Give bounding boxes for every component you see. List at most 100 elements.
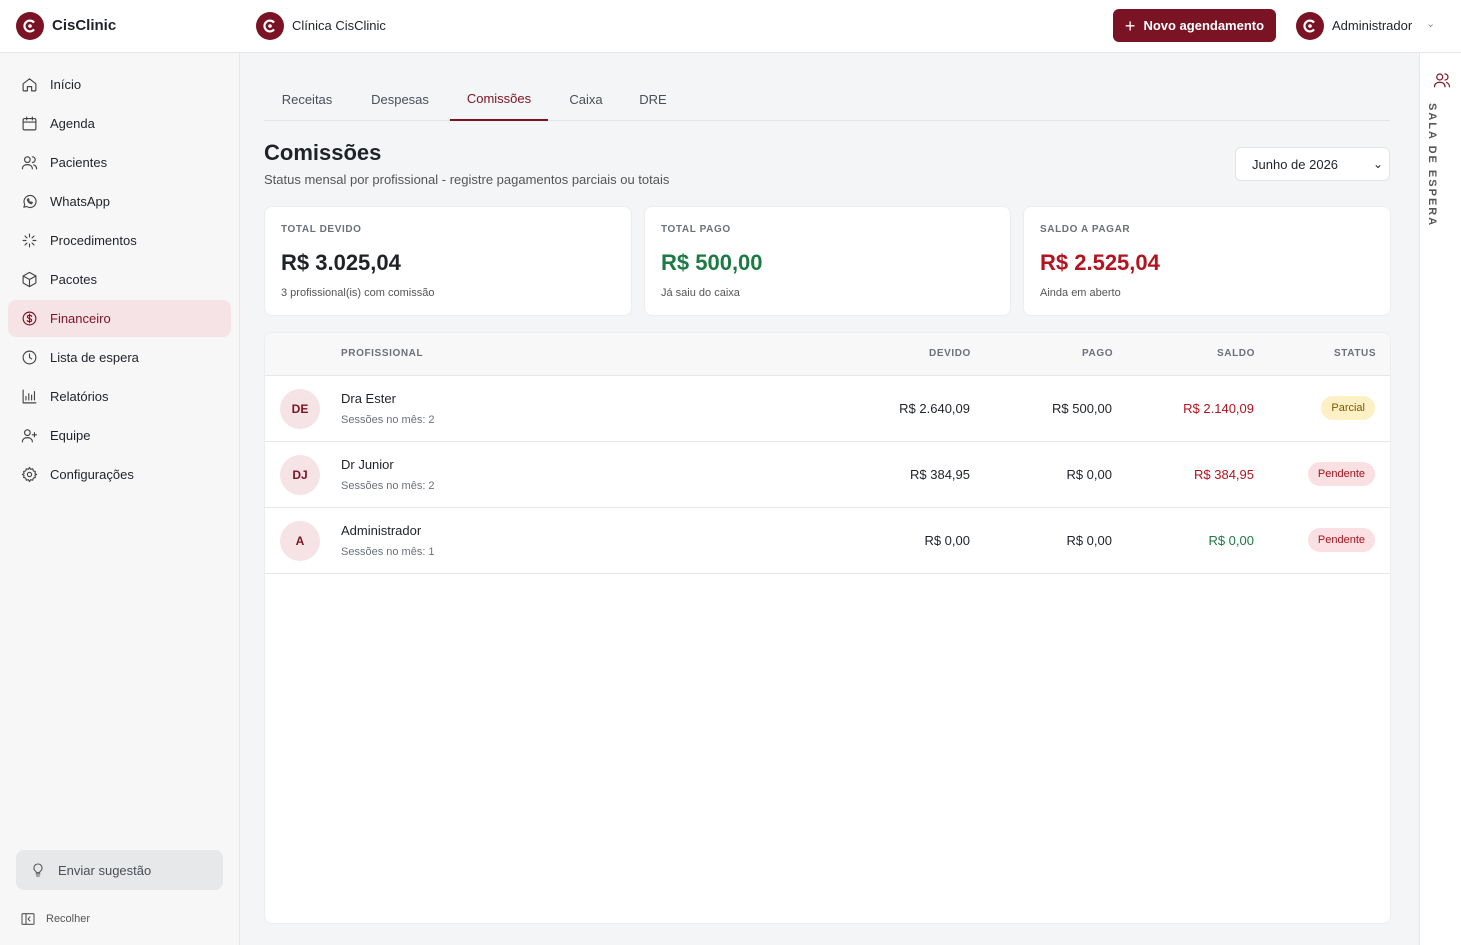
paid-value: R$ 0,00 bbox=[1066, 467, 1112, 482]
sidebar-item-agenda[interactable]: Agenda bbox=[8, 105, 231, 142]
package-icon bbox=[20, 271, 38, 289]
page-subtitle: Status mensal por profissional - registr… bbox=[264, 172, 670, 187]
waiting-room-rail[interactable]: SALA DE ESPERA bbox=[1419, 53, 1461, 945]
sidebar-item-relatorios[interactable]: Relatórios bbox=[8, 378, 231, 415]
due-value: R$ 2.640,09 bbox=[899, 401, 970, 416]
header-devido: DEVIDO bbox=[929, 348, 971, 359]
sidebar-item-pacientes[interactable]: Pacientes bbox=[8, 144, 231, 181]
paid-value: R$ 0,00 bbox=[1066, 533, 1112, 548]
user-avatar[interactable] bbox=[1296, 12, 1324, 40]
top-bar: CisClinic Clínica CisClinic + Novo agend… bbox=[0, 0, 1461, 53]
due-value: R$ 384,95 bbox=[910, 467, 970, 482]
sidebar-item-label: Configurações bbox=[50, 467, 134, 482]
tab-despesas[interactable]: Despesas bbox=[355, 78, 445, 121]
month-select[interactable]: Junho de 2026 ⌄ bbox=[1235, 147, 1390, 181]
sidebar-item-label: Início bbox=[50, 77, 82, 92]
header-status: STATUS bbox=[1334, 348, 1377, 359]
balance-value: R$ 2.140,09 bbox=[1183, 401, 1254, 416]
card-note: Ainda em aberto bbox=[1040, 287, 1121, 299]
page-title: Comissões bbox=[264, 140, 382, 165]
sidebar-item-label: Relatórios bbox=[50, 389, 109, 404]
waiting-room-label: SALA DE ESPERA bbox=[1426, 103, 1438, 228]
clock-icon bbox=[20, 349, 38, 367]
sidebar-item-inicio[interactable]: Início bbox=[8, 66, 231, 103]
professional-name: Dra Ester bbox=[341, 391, 396, 406]
commissions-table: PROFISSIONAL DEVIDO PAGO SALDO STATUS DE… bbox=[264, 332, 1391, 924]
sessions-count: Sessões no mês: 2 bbox=[341, 414, 435, 426]
sidebar-item-label: Pacientes bbox=[50, 155, 108, 170]
sidebar-item-label: WhatsApp bbox=[50, 194, 110, 209]
users-icon bbox=[1433, 71, 1451, 94]
user-plus-icon bbox=[20, 427, 38, 445]
sidebar-item-pacotes[interactable]: Pacotes bbox=[8, 261, 231, 298]
collapse-sidebar-button[interactable]: Recolher bbox=[20, 911, 90, 927]
professional-name: Dr Junior bbox=[341, 457, 394, 472]
plus-icon: + bbox=[1124, 15, 1136, 36]
users-icon bbox=[20, 154, 38, 172]
sidebar-item-label: Financeiro bbox=[50, 311, 111, 326]
total-due-card: TOTAL DEVIDO R$ 3.025,04 3 profissional(… bbox=[264, 206, 632, 316]
home-icon bbox=[20, 76, 38, 94]
new-appointment-button[interactable]: + Novo agendamento bbox=[1113, 9, 1276, 42]
due-value: R$ 0,00 bbox=[924, 533, 970, 548]
tab-caixa[interactable]: Caixa bbox=[553, 78, 619, 121]
avatar: DJ bbox=[280, 455, 320, 495]
collapse-label: Recolher bbox=[46, 913, 91, 925]
table-row[interactable]: A Administrador Sessões no mês: 1 R$ 0,0… bbox=[265, 508, 1390, 574]
user-name[interactable]: Administrador bbox=[1332, 18, 1412, 33]
sidebar-item-lista-de-espera[interactable]: Lista de espera bbox=[8, 339, 231, 376]
whatsapp-icon bbox=[20, 193, 38, 211]
gear-icon bbox=[20, 466, 38, 484]
new-appointment-label: Novo agendamento bbox=[1143, 18, 1265, 33]
card-note: 3 profissional(is) com comissão bbox=[281, 287, 435, 299]
sidebar-item-financeiro[interactable]: Financeiro bbox=[8, 300, 231, 337]
table-row[interactable]: DE Dra Ester Sessões no mês: 2 R$ 2.640,… bbox=[265, 376, 1390, 442]
card-note: Já saiu do caixa bbox=[661, 287, 740, 299]
sidebar-item-label: Lista de espera bbox=[50, 350, 139, 365]
balance-value: R$ 0,00 bbox=[1208, 533, 1254, 548]
sidebar: Início Agenda Pacientes WhatsApp Procedi… bbox=[0, 53, 240, 945]
avatar: DE bbox=[280, 389, 320, 429]
tab-comissoes[interactable]: Comissões bbox=[450, 78, 548, 121]
tab-dre[interactable]: DRE bbox=[624, 78, 682, 121]
balance-value: R$ 384,95 bbox=[1194, 467, 1254, 482]
sidebar-item-label: Procedimentos bbox=[50, 233, 137, 248]
avatar: A bbox=[280, 521, 320, 561]
card-value: R$ 3.025,04 bbox=[281, 250, 401, 275]
send-suggestion-button[interactable]: Enviar sugestão bbox=[16, 850, 223, 890]
tab-receitas[interactable]: Receitas bbox=[264, 78, 350, 121]
sidebar-item-label: Agenda bbox=[50, 116, 95, 131]
sidebar-item-label: Equipe bbox=[50, 428, 91, 443]
table-header: PROFISSIONAL DEVIDO PAGO SALDO STATUS bbox=[265, 333, 1390, 376]
table-row[interactable]: DJ Dr Junior Sessões no mês: 2 R$ 384,95… bbox=[265, 442, 1390, 508]
chevron-down-icon: ⌄ bbox=[1372, 157, 1383, 171]
header-pago: PAGO bbox=[1082, 348, 1114, 359]
clinic-name[interactable]: Clínica CisClinic bbox=[292, 18, 386, 33]
sidebar-item-configuracoes[interactable]: Configurações bbox=[8, 456, 231, 493]
card-label: TOTAL PAGO bbox=[661, 224, 731, 235]
dollar-icon bbox=[20, 310, 38, 328]
bar-chart-icon bbox=[20, 388, 38, 406]
card-label: TOTAL DEVIDO bbox=[281, 224, 362, 235]
header-profissional: PROFISSIONAL bbox=[341, 348, 424, 359]
sidebar-item-procedimentos[interactable]: Procedimentos bbox=[8, 222, 231, 259]
sparkle-icon bbox=[20, 232, 38, 250]
sessions-count: Sessões no mês: 1 bbox=[341, 546, 435, 558]
card-label: SALDO A PAGAR bbox=[1040, 224, 1131, 235]
finance-tabs: Receitas Despesas Comissões Caixa DRE bbox=[264, 78, 1390, 121]
sidebar-item-whatsapp[interactable]: WhatsApp bbox=[8, 183, 231, 220]
chevron-down-icon[interactable]: ⌄ bbox=[1426, 17, 1435, 30]
balance-due-card: SALDO A PAGAR R$ 2.525,04 Ainda em abert… bbox=[1023, 206, 1391, 316]
header-saldo: SALDO bbox=[1217, 348, 1255, 359]
paid-value: R$ 500,00 bbox=[1052, 401, 1112, 416]
sidebar-item-equipe[interactable]: Equipe bbox=[8, 417, 231, 454]
status-badge: Pendente bbox=[1307, 462, 1375, 486]
lightbulb-icon bbox=[30, 862, 46, 878]
total-paid-card: TOTAL PAGO R$ 500,00 Já saiu do caixa bbox=[644, 206, 1011, 316]
status-badge: Parcial bbox=[1321, 396, 1375, 420]
clinic-logo-icon bbox=[256, 12, 284, 40]
brand-logo-icon[interactable] bbox=[16, 12, 44, 40]
send-suggestion-label: Enviar sugestão bbox=[58, 862, 152, 878]
status-badge: Pendente bbox=[1307, 528, 1375, 552]
card-value: R$ 2.525,04 bbox=[1040, 250, 1160, 275]
